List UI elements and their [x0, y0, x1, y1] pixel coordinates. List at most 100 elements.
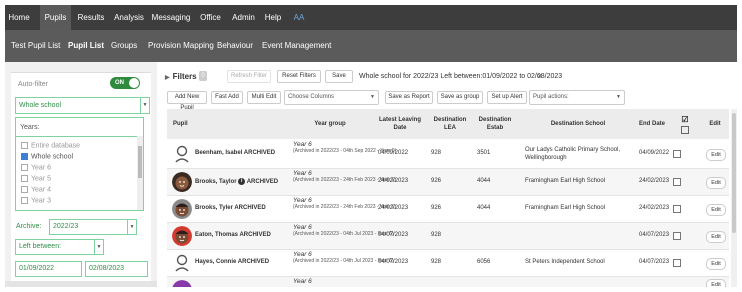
- pupil-actions-select[interactable]: Pupil actions: ▼: [529, 90, 625, 105]
- date-from-input[interactable]: 01/09/2022: [15, 261, 82, 277]
- row-checkbox[interactable]: [673, 232, 681, 240]
- year-option[interactable]: Year 4: [21, 186, 51, 193]
- edit-button[interactable]: Edit: [706, 231, 726, 243]
- nav-results[interactable]: Results: [75, 5, 107, 30]
- save-as-group-button[interactable]: Save as group: [437, 91, 483, 104]
- caret-right-icon: ▶: [165, 75, 170, 81]
- filters-count-badge: 0: [199, 71, 207, 81]
- font-size-toggle[interactable]: AA: [291, 5, 307, 30]
- destination-estab: 4044: [477, 178, 491, 184]
- school-select[interactable]: Whole school ▼: [15, 97, 150, 114]
- multi-edit-button[interactable]: Multi Edit: [247, 91, 281, 104]
- pupil-name[interactable]: Hayes, Connie ARCHIVED: [195, 259, 269, 265]
- checkbox-icon: [21, 186, 28, 193]
- checkbox-icon: [21, 164, 28, 171]
- fast-add-button[interactable]: Fast Add: [211, 91, 243, 104]
- nav-home[interactable]: Home: [5, 5, 33, 30]
- col-select-all[interactable]: ☑: [675, 109, 695, 139]
- col-year-group[interactable]: Year group: [290, 109, 370, 139]
- choose-columns-select[interactable]: Choose Columns ▼: [284, 90, 379, 105]
- col-destination-school[interactable]: Destination School: [519, 109, 637, 139]
- table-row[interactable]: Year 6 Edit: [167, 277, 729, 287]
- year-group: Year 6: [293, 197, 312, 204]
- close-icon[interactable]: ×: [537, 71, 542, 81]
- year-option[interactable]: Whole school: [21, 153, 73, 160]
- save-filter-button[interactable]: Save: [325, 70, 353, 83]
- col-destination-estab[interactable]: Destination Estab: [475, 109, 515, 139]
- avatar-girl-icon: [172, 172, 192, 192]
- table-row[interactable]: Brooks, Taylor i ARCHIVED Year 6 (Archive…: [167, 169, 729, 196]
- edit-button[interactable]: Edit: [706, 149, 726, 161]
- col-end-date[interactable]: End Date: [637, 109, 667, 139]
- table-row[interactable]: Beenham, Isabel ARCHIVED Year 6 (Archived…: [167, 140, 729, 169]
- edit-button[interactable]: Edit: [706, 279, 726, 287]
- archive-select[interactable]: 2022/23 ▼: [49, 219, 137, 235]
- end-date: 04/07/2023: [639, 232, 670, 238]
- edit-square-icon: ☑: [681, 114, 689, 124]
- year-option[interactable]: Year 5: [21, 175, 51, 182]
- nav-messaging[interactable]: Messaging: [151, 5, 191, 30]
- info-icon[interactable]: i: [238, 178, 246, 185]
- table-row[interactable]: Hayes, Connie ARCHIVED Year 6 (Archived i…: [167, 250, 729, 277]
- refresh-filter-button[interactable]: Refresh Filter: [227, 70, 271, 83]
- col-pupil[interactable]: Pupil: [173, 109, 233, 139]
- year-group: Year 6: [293, 170, 312, 177]
- add-new-pupil-button[interactable]: Add New Pupil: [167, 91, 207, 111]
- leaving-date: 04/07/2023: [378, 259, 409, 265]
- table-vertical-scrollbar[interactable]: [731, 109, 737, 287]
- nav-analysis[interactable]: Analysis: [112, 5, 146, 30]
- pupil-name[interactable]: Eaton, Thomas ARCHIVED: [195, 232, 271, 238]
- auto-filter-toggle[interactable]: ON: [110, 77, 140, 89]
- tab-behaviour[interactable]: Behaviour: [217, 30, 253, 62]
- years-scrollbar[interactable]: [137, 136, 143, 210]
- destination-school: Framingham Earl High School: [525, 205, 606, 211]
- pupil-name[interactable]: Beenham, Isabel ARCHIVED: [195, 150, 275, 156]
- sidebar-horizontal-scrollbar[interactable]: [5, 281, 157, 287]
- row-checkbox[interactable]: [673, 259, 681, 267]
- edit-button[interactable]: Edit: [706, 204, 726, 216]
- year-group: Year 6: [293, 224, 312, 231]
- pupil-name[interactable]: Brooks, Tyler ARCHIVED: [195, 205, 266, 211]
- col-destination-lea[interactable]: Destination LEA: [430, 109, 470, 139]
- avatar-outline-icon: [172, 253, 192, 273]
- years-list[interactable]: Years: Entire database Whole school Year…: [15, 117, 144, 211]
- setup-alert-button[interactable]: Set up Alert: [487, 91, 527, 104]
- left-between-select[interactable]: Left between: ▼: [15, 239, 104, 255]
- table-row[interactable]: Brooks, Tyler ARCHIVED Year 6 (Archived i…: [167, 196, 729, 223]
- year-option-label: Whole school: [31, 153, 74, 161]
- toggle-label: ON: [115, 80, 124, 86]
- nav-help[interactable]: Help: [264, 5, 282, 30]
- scrollbar-thumb[interactable]: [138, 146, 142, 178]
- edit-button[interactable]: Edit: [706, 177, 726, 189]
- tab-test-pupil-list[interactable]: Test Pupil List: [11, 30, 60, 62]
- tab-provision-mapping[interactable]: Provision Mapping: [148, 30, 214, 62]
- destination-lea: 928: [431, 232, 442, 238]
- row-checkbox[interactable]: [673, 178, 681, 186]
- pupil-name[interactable]: Brooks, Taylor i ARCHIVED: [195, 178, 278, 185]
- filters-toggle[interactable]: ▶ Filters: [165, 72, 197, 81]
- edit-button[interactable]: Edit: [706, 258, 726, 270]
- filter-sidebar: Auto-filter ON Whole school ▼ Years: Ent…: [5, 62, 157, 287]
- leaving-date: 04/07/2023: [378, 232, 409, 238]
- nav-office[interactable]: Office: [197, 5, 224, 30]
- year-option[interactable]: Year 6: [21, 164, 51, 171]
- row-checkbox[interactable]: [673, 150, 681, 158]
- row-checkbox[interactable]: [673, 205, 681, 213]
- scrollbar-thumb[interactable]: [732, 113, 736, 233]
- col-leaving-date[interactable]: Latest Leaving Date: [374, 109, 426, 139]
- destination-lea: 926: [431, 205, 442, 211]
- tab-event-management[interactable]: Event Management: [262, 30, 331, 62]
- destination-lea: 928: [431, 150, 442, 156]
- table-row[interactable]: Eaton, Thomas ARCHIVED Year 6 (Archived i…: [167, 223, 729, 250]
- pupil-name-text: Brooks, Taylor: [195, 179, 237, 186]
- reset-filters-button[interactable]: Reset Filters: [277, 70, 321, 83]
- tab-pupil-list[interactable]: Pupil List: [68, 30, 104, 62]
- nav-pupils[interactable]: Pupils: [40, 5, 71, 30]
- year-option[interactable]: Entire database: [21, 142, 80, 149]
- tab-groups[interactable]: Groups: [111, 30, 137, 62]
- date-to-input[interactable]: 02/08/2023: [85, 261, 148, 277]
- save-as-report-button[interactable]: Save as Report: [385, 91, 433, 104]
- nav-admin[interactable]: Admin: [230, 5, 257, 30]
- date-from-value: 01/09/2022: [19, 265, 55, 272]
- year-option[interactable]: Year 3: [21, 197, 51, 204]
